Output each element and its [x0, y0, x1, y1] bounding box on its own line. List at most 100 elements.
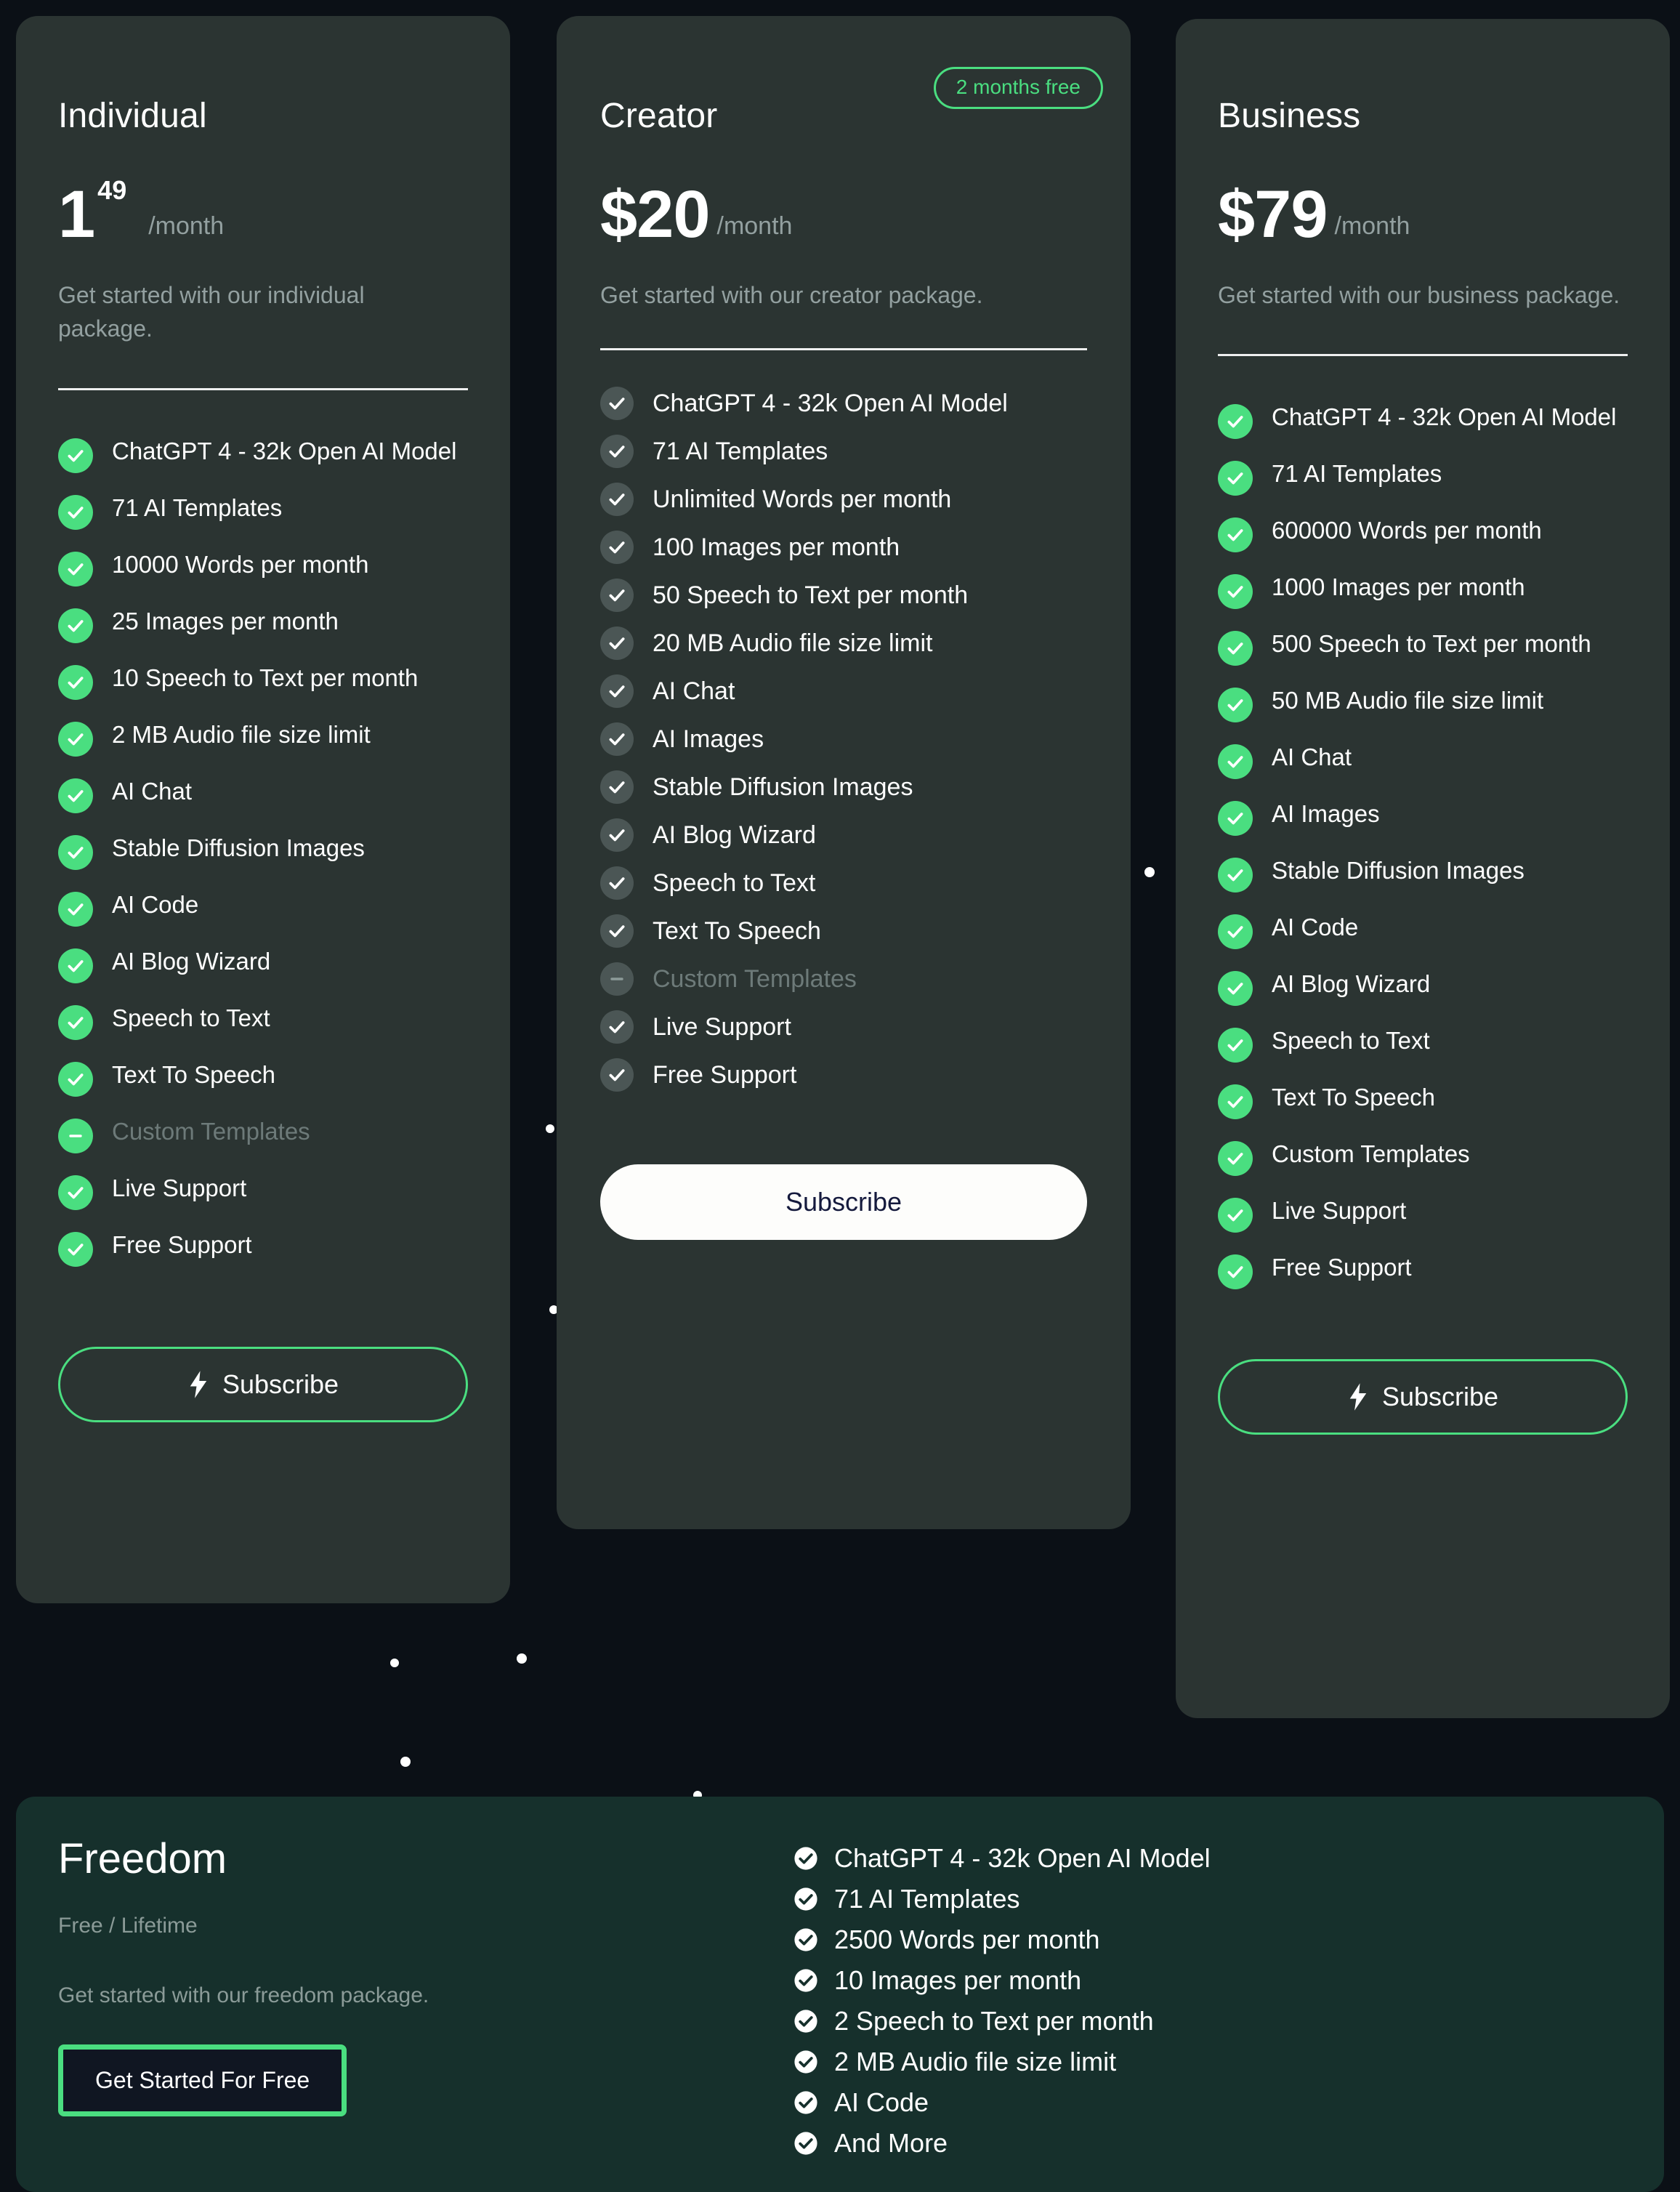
check-circle-icon [793, 2050, 818, 2074]
feature-label: ChatGPT 4 - 32k Open AI Model [1272, 403, 1617, 431]
price-period: /month [716, 212, 793, 240]
feature-label: AI Chat [1272, 744, 1352, 771]
subscribe-button[interactable]: Subscribe [58, 1346, 468, 1422]
freedom-subtitle: Free / Lifetime [58, 1914, 198, 1938]
feature-item: Stable Diffusion Images [58, 832, 468, 870]
feature-label: 2 MB Audio file size limit [112, 720, 371, 748]
feature-label: Custom Templates [653, 964, 857, 993]
subscribe-button[interactable]: Subscribe [600, 1164, 1087, 1241]
check-circle-icon [58, 664, 93, 700]
pricing-card-business: Business $79 /month Get started with our… [1176, 19, 1670, 1718]
freedom-feature-label: 2 Speech to Text per month [834, 2006, 1154, 2036]
feature-item: Speech to Text [600, 866, 1087, 900]
check-circle-icon [600, 1010, 634, 1044]
feature-label: Text To Speech [1272, 1084, 1436, 1111]
check-circle-icon [793, 1887, 818, 1911]
feature-label: ChatGPT 4 - 32k Open AI Model [653, 389, 1008, 417]
check-circle-icon [1218, 971, 1253, 1007]
check-circle-icon [600, 435, 634, 469]
freedom-feature-label: 2500 Words per month [834, 1925, 1100, 1954]
feature-item: Stable Diffusion Images [600, 770, 1087, 805]
feature-item: 10000 Words per month [58, 549, 468, 587]
check-circle-icon [58, 778, 93, 813]
check-circle-icon [1218, 1254, 1253, 1290]
feature-item: 25 Images per month [58, 605, 468, 643]
freedom-feature-item: 2500 Words per month [793, 1923, 1520, 1956]
get-started-for-free-button[interactable]: Get Started For Free [58, 2044, 347, 2116]
feature-label: AI Chat [112, 777, 193, 805]
feature-item: Text To Speech [58, 1059, 468, 1097]
feature-label: 71 AI Templates [1272, 460, 1442, 488]
card-divider [600, 348, 1087, 351]
check-circle-icon [58, 834, 93, 870]
freedom-info: Freedom Free / Lifetime Get started with… [58, 1834, 756, 2116]
check-circle-icon [58, 551, 93, 587]
freedom-feature-label: And More [834, 2128, 948, 2158]
card-divider [58, 387, 468, 390]
check-circle-icon [793, 2131, 818, 2156]
freedom-feature-item: And More [793, 2127, 1520, 2159]
price-period: /month [148, 212, 225, 240]
pricing-card-creator: 2 months free Creator $20 /month Get sta… [557, 16, 1131, 1529]
feature-label: AI Blog Wizard [1272, 970, 1431, 998]
check-circle-icon [1218, 1198, 1253, 1233]
feature-label: 25 Images per month [112, 607, 339, 634]
freedom-feature-label: 2 MB Audio file size limit [834, 2047, 1117, 2076]
plan-description: Get started with our business package. [1218, 282, 1620, 308]
feature-label: Free Support [653, 1060, 797, 1089]
minus-circle-icon [58, 1118, 93, 1153]
subscribe-button-label: Subscribe [222, 1369, 339, 1399]
check-circle-icon [58, 494, 93, 530]
feature-label: Free Support [112, 1230, 252, 1258]
star-dot [400, 1757, 411, 1767]
check-circle-icon [1218, 461, 1253, 496]
feature-label: Speech to Text [653, 869, 816, 897]
feature-label: AI Blog Wizard [112, 947, 271, 975]
pricing-card-individual: Individual 1 49 /month Get started with … [16, 16, 510, 1603]
feature-item: AI Chat [1218, 741, 1628, 780]
feature-label: AI Images [653, 725, 764, 753]
freedom-description: Get started with our freedom package. [58, 1983, 429, 2007]
feature-item: 100 Images per month [600, 531, 1087, 565]
bolt-icon [187, 1371, 209, 1398]
price-amount: $79 [1218, 177, 1328, 251]
feature-item: AI Blog Wizard [1218, 968, 1628, 1007]
feature-item: 71 AI Templates [1218, 458, 1628, 496]
feature-label: 20 MB Audio file size limit [653, 629, 933, 657]
feature-item: Text To Speech [600, 914, 1087, 948]
check-circle-icon [58, 608, 93, 643]
freedom-feature-label: AI Code [834, 2087, 929, 2117]
price-period: /month [1334, 212, 1410, 240]
check-circle-icon [58, 1004, 93, 1040]
feature-label: Text To Speech [653, 916, 821, 945]
minus-circle-icon [600, 962, 634, 996]
feature-label: AI Code [1272, 914, 1359, 941]
feature-item: AI Blog Wizard [600, 818, 1087, 853]
check-circle-icon [58, 721, 93, 757]
check-circle-icon [1218, 914, 1253, 950]
feature-item: 500 Speech to Text per month [1218, 628, 1628, 666]
freedom-feature-label: ChatGPT 4 - 32k Open AI Model [834, 1843, 1211, 1873]
check-circle-icon [600, 531, 634, 565]
plan-price: $79 /month [1218, 171, 1628, 251]
feature-item: Custom Templates [58, 1116, 468, 1153]
feature-item: AI Code [58, 889, 468, 927]
check-circle-icon [1218, 1084, 1253, 1120]
feature-label: 500 Speech to Text per month [1272, 630, 1591, 658]
feature-item: 600000 Words per month [1218, 515, 1628, 553]
bolt-icon [1347, 1383, 1369, 1411]
subscribe-button[interactable]: Subscribe [1218, 1359, 1628, 1435]
plan-title: Business [1218, 97, 1361, 135]
feature-label: Text To Speech [112, 1060, 276, 1088]
freedom-feature-label: 10 Images per month [834, 1965, 1082, 1995]
feature-item: AI Blog Wizard [58, 946, 468, 983]
freedom-banner: Freedom Free / Lifetime Get started with… [16, 1797, 1664, 2192]
freedom-feature-item: ChatGPT 4 - 32k Open AI Model [793, 1842, 1520, 1874]
check-circle-icon [1218, 858, 1253, 893]
check-circle-icon [793, 2090, 818, 2115]
feature-label: Custom Templates [1272, 1140, 1470, 1168]
feature-item: ChatGPT 4 - 32k Open AI Model [58, 435, 468, 473]
check-circle-icon [600, 674, 634, 709]
feature-label: 71 AI Templates [653, 437, 828, 465]
feature-item: Speech to Text [58, 1002, 468, 1040]
